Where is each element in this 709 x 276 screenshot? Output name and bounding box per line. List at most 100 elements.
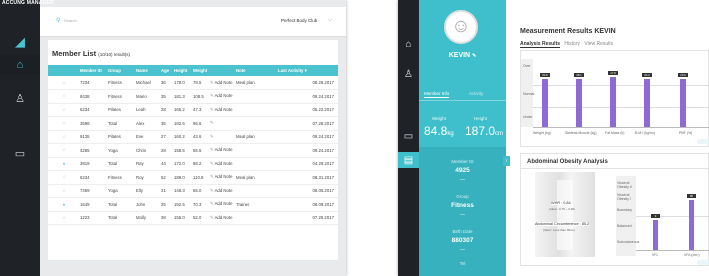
add-note-label[interactable]: Add Note [215, 161, 233, 166]
star-icon[interactable]: ☆ [48, 89, 78, 104]
member-details: Member ID 4925 — Group Fitness — Birth D… [419, 147, 506, 276]
star-icon[interactable]: ☆ [48, 103, 78, 117]
search-input[interactable]: Search [64, 18, 77, 23]
home-icon[interactable]: ⌂ [398, 36, 419, 52]
star-icon[interactable]: ☆ [48, 130, 78, 144]
clipboard-icon[interactable]: ▤ [398, 152, 419, 168]
cell-member-id: 6234 [78, 103, 106, 117]
brand-name: ACCUNG MANAGER [2, 0, 54, 6]
body-composition-card: Over Normal Under 84.8 38.1 17.8 24.2 20… [520, 50, 709, 147]
tab-view-results[interactable]: View Results [584, 41, 613, 47]
add-note-label[interactable]: Add Note [215, 107, 233, 112]
flag-icon[interactable]: ♦ [48, 197, 78, 212]
add-note-label[interactable]: Add Note [215, 93, 233, 98]
add-note-label[interactable]: Add Note [215, 147, 233, 152]
cell-last-activity: 09.24.2017 [276, 143, 338, 158]
cell-age: 21 [159, 184, 172, 198]
column-header: Name [134, 65, 159, 76]
pencil-icon[interactable]: ✎ [210, 120, 214, 125]
member-add-icon[interactable]: ♙ [0, 88, 40, 108]
birth-value: 880307 [451, 237, 474, 244]
cell-name: Ray [134, 157, 159, 171]
tab-analysis-results[interactable]: Analysis Results [520, 41, 561, 48]
cell-add-note[interactable]: ✎ [208, 130, 234, 144]
level-subcutaneous: Subcutaneous [617, 240, 640, 244]
flag-icon[interactable]: ♦ [48, 157, 78, 171]
cell-add-note[interactable]: ✎ Add Note [208, 211, 234, 225]
table-header: Member ID Group Name Age Height Weight Note Las… [48, 65, 338, 76]
edit-icon[interactable]: ✎ [472, 53, 476, 59]
abdominal-obesity-card: Abdominal Obesity Analysis WHR : 0.84 (I… [520, 153, 709, 266]
pencil-icon[interactable]: ✎ [210, 134, 214, 139]
cell-note: Trainer [234, 197, 276, 212]
more-button[interactable] [697, 260, 709, 265]
cell-height: 158.5 [172, 143, 191, 158]
cell-height: 178.0 [172, 76, 191, 90]
member-add-icon[interactable]: ♙ [398, 66, 419, 82]
more-button[interactable] [697, 139, 709, 144]
right-sidebar: ⌂ ♙ ▭ ▤ [398, 0, 419, 276]
tab-member-info[interactable]: Member Info [424, 91, 450, 98]
table-row[interactable]: ☆ 8438 Fitness Mario 35 181.3 108.5 ✎ Add Note 0… [48, 89, 338, 104]
star-icon[interactable]: ☆ [48, 184, 78, 198]
table-row[interactable]: ☆ 6234 Fitness Roy 52 189.0 110.8 ✎ Add Note Mea… [48, 170, 338, 185]
table-row[interactable]: ☆ 1223 Total Molly 38 155.0 52.0 ✎ Add Note 07.2… [48, 211, 338, 225]
bar-skeletal-muscle [576, 79, 582, 127]
bar-pbf [680, 79, 686, 127]
cell-add-note[interactable]: ✎ Add Note [208, 143, 234, 158]
star-icon[interactable]: ☆ [48, 170, 78, 185]
cell-note: Meal plan [234, 130, 276, 144]
cell-group: Pilates [106, 130, 134, 144]
table-row[interactable]: ☆ 7469 Yoga Elly 21 148.3 65.0 ✎ Add Note 08.05.… [48, 184, 338, 198]
table-row[interactable]: ☆ 9135 Pilates Eve 27 160.2 43.6 ✎ Meal plan 09.… [48, 130, 338, 144]
cell-add-note[interactable]: ✎ Add Note [208, 76, 234, 90]
star-icon[interactable]: ☆ [48, 143, 78, 158]
cell-height: 192.5 [172, 197, 191, 212]
column-header: Member ID [78, 65, 106, 76]
column-header [208, 65, 234, 76]
member-id-label: Member ID [451, 159, 474, 164]
column-header[interactable]: Last Activity ▾ [276, 65, 338, 76]
add-note-label[interactable]: Add Note [215, 80, 233, 85]
table-row[interactable]: ☆ 3598 Total Alex 35 182.6 95.6 ✎ 07.28.2017 [48, 116, 338, 131]
column-header: Weight [191, 65, 208, 76]
chevron-down-icon[interactable]: ⌵ [328, 17, 332, 23]
member-id: 4925 [455, 167, 470, 174]
cell-group: Total [106, 157, 134, 171]
table-row[interactable]: ♦ 3819 Total Ray 44 172.0 98.2 ✎ Add Note 04.29.… [48, 157, 338, 171]
add-note-label[interactable]: Add Note [215, 174, 233, 179]
cell-height: 172.0 [172, 157, 191, 171]
cell-weight: 110.8 [191, 170, 208, 185]
table-row[interactable]: ☆ 4285 Yoga Chris 28 158.5 55.5 ✎ Add Note 09.24… [48, 143, 338, 158]
add-note-label[interactable]: Add Note [215, 188, 233, 193]
club-selector[interactable]: Perfect Body Club [281, 18, 317, 23]
member-list-panel: Member List (10/10) result(s) Member ID G… [48, 40, 338, 260]
monitor-icon[interactable]: ▭ [398, 128, 419, 144]
cell-add-note[interactable]: ✎ Add Note [208, 184, 234, 198]
tab-activity[interactable]: Activity [469, 91, 483, 96]
level-boundary: Boundary [617, 208, 632, 212]
cell-group: Pilates [106, 103, 134, 117]
table-row[interactable]: ♦ 1649 Total John 25 192.5 70.3 ✎ Add Note Train… [48, 197, 338, 212]
table-row[interactable]: ☆ 6234 Pilates Leah 28 165.2 47.3 ✎ Add Note 05.… [48, 103, 338, 117]
whr-value: WHR : 0.84 [551, 201, 571, 205]
panel-toggle[interactable]: › [503, 156, 510, 166]
cell-height: 160.2 [172, 130, 191, 144]
cell-add-note[interactable]: ✎ [208, 116, 234, 131]
add-note-label[interactable]: Add Note [215, 215, 233, 220]
home-icon[interactable]: ⌂ [0, 55, 40, 75]
star-icon[interactable]: ☆ [48, 211, 78, 225]
tab-history[interactable]: History [564, 41, 580, 47]
cell-add-note[interactable]: ✎ Add Note [208, 197, 234, 212]
cell-member-id: 4285 [78, 143, 106, 158]
cell-add-note[interactable]: ✎ Add Note [208, 103, 234, 117]
star-icon[interactable]: ☆ [48, 76, 78, 90]
cell-weight: 43.6 [191, 130, 208, 144]
cell-add-note[interactable]: ✎ Add Note [208, 89, 234, 104]
monitor-icon[interactable]: ▭ [0, 143, 40, 163]
star-icon[interactable]: ☆ [48, 116, 78, 131]
add-note-label[interactable]: Add Note [215, 201, 233, 206]
cell-add-note[interactable]: ✎ Add Note [208, 170, 234, 185]
cell-add-note[interactable]: ✎ Add Note [208, 157, 234, 171]
table-row[interactable]: ☆ 7234 Fitness Michael 36 178.0 78.5 ✎ Add Note… [48, 76, 338, 90]
